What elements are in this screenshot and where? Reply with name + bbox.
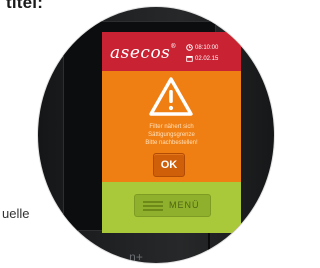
ok-button[interactable]: OK bbox=[153, 153, 185, 177]
device-photo-frame: n+ asecos® 08:10:00 02.02.15 Filter nähe… bbox=[38, 7, 274, 263]
time-display: 08:10:00 bbox=[186, 44, 218, 51]
logo-text: asecos bbox=[110, 43, 171, 63]
calendar-icon bbox=[186, 55, 193, 62]
touch-screen: asecos® 08:10:00 02.02.15 Filter nähert … bbox=[102, 32, 241, 233]
date-value: 02.02.15 bbox=[195, 55, 219, 62]
menu-bar: MENÜ bbox=[102, 182, 241, 233]
ok-button-label: OK bbox=[160, 159, 178, 171]
message-line: Filter nähert sich bbox=[149, 124, 194, 130]
menu-button[interactable]: MENÜ bbox=[134, 194, 211, 217]
time-value: 08:10:00 bbox=[195, 44, 219, 51]
date-display: 02.02.15 bbox=[186, 55, 218, 62]
page-text-fragment: uelle bbox=[2, 206, 30, 221]
clock-icon bbox=[186, 44, 193, 51]
warning-icon bbox=[149, 77, 193, 116]
message-line: Bitte nachbestellen! bbox=[145, 140, 198, 146]
screen-header: asecos® 08:10:00 02.02.15 bbox=[102, 32, 241, 71]
warning-message: Filter nähert sich Sättigungsgrenze Bitt… bbox=[102, 123, 241, 147]
menu-button-label: MENÜ bbox=[169, 200, 200, 210]
asecos-logo: asecos® bbox=[110, 43, 177, 63]
registered-mark: ® bbox=[170, 43, 177, 50]
connector-label: n+ bbox=[129, 250, 143, 263]
message-line: Sättigungsgrenze bbox=[148, 132, 195, 138]
hamburger-icon bbox=[143, 201, 163, 211]
